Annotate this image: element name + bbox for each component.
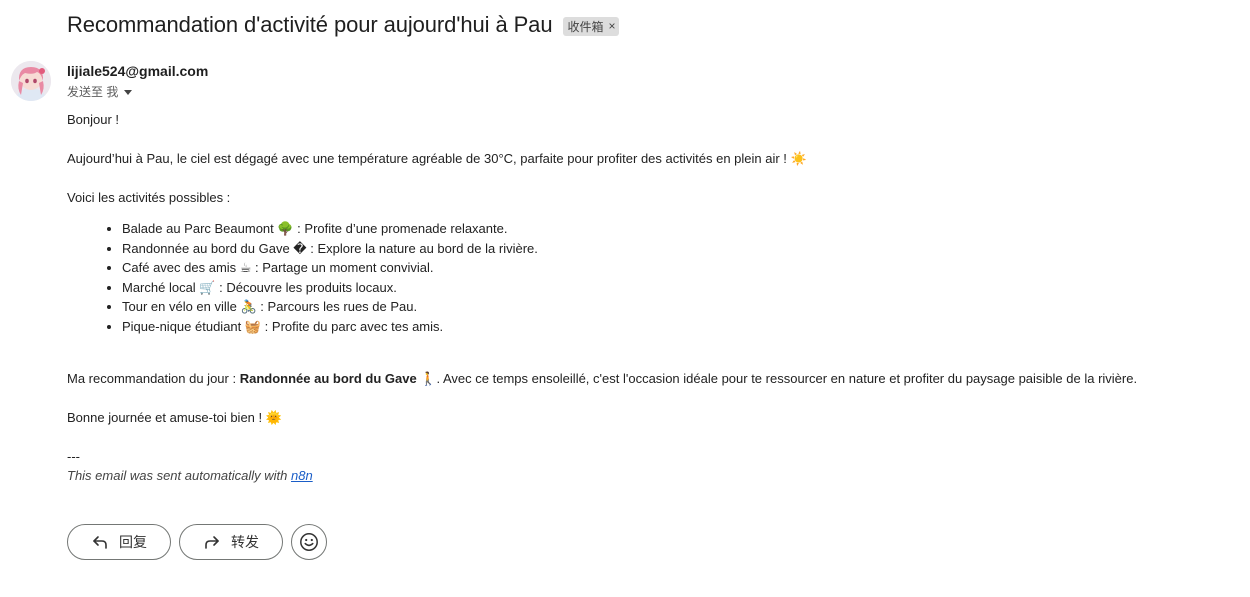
list-item: Tour en vélo en ville 🚴 : Parcours les r… — [122, 297, 538, 317]
recommendation-highlight: Randonnée au bord du Gave — [239, 371, 417, 386]
chevron-down-icon[interactable] — [124, 90, 133, 95]
sender-email: lijiale524@gmail.com — [67, 63, 209, 79]
reply-icon — [91, 533, 109, 551]
n8n-link[interactable]: n8n — [291, 468, 313, 483]
close-icon[interactable]: × — [608, 19, 615, 33]
recipient-text: 发送至 我 — [67, 85, 119, 99]
avatar[interactable] — [11, 61, 51, 101]
list-item: Pique-nique étudiant 🧺 : Profite du parc… — [122, 317, 538, 337]
recommendation-text: Ma recommandation du jour : Randonnée au… — [67, 369, 1137, 389]
intro-text: Aujourd’hui à Pau, le ciel est dégagé av… — [67, 151, 807, 166]
emoji-reaction-button[interactable] — [291, 524, 327, 560]
label-chip-inbox[interactable]: 收件箱 × — [563, 17, 620, 36]
list-item: Balade au Parc Beaumont 🌳 : Profite d’un… — [122, 219, 538, 239]
label-chip-text: 收件箱 — [567, 19, 604, 34]
email-subject: Recommandation d'activité pour aujourd'h… — [67, 12, 553, 37]
greeting-text: Bonjour ! — [67, 112, 120, 127]
recipient-row[interactable]: 发送至 我 — [67, 83, 133, 100]
goodbye-text: Bonne journée et amuse-toi bien ! 🌞 — [67, 410, 282, 425]
recommendation-suffix: 🚶. Avec ce temps ensoleillé, c'est l'occ… — [416, 371, 1138, 386]
footer-text: This email was sent automatically with n… — [67, 466, 313, 486]
reply-label: 回复 — [119, 534, 147, 550]
email-header: Recommandation d'activité pour aujourd'h… — [67, 12, 620, 38]
forward-icon — [203, 533, 221, 551]
reply-button[interactable]: 回复 — [67, 524, 171, 560]
activities-list: Balade au Parc Beaumont 🌳 : Profite d’un… — [67, 219, 538, 336]
list-item: Marché local 🛒 : Découvre les produits l… — [122, 278, 538, 298]
emoji-reaction-icon — [300, 533, 318, 551]
forward-label: 转发 — [231, 534, 259, 550]
action-bar: 回复 转发 — [67, 524, 327, 560]
list-item: Randonnée au bord du Gave � : Explore la… — [122, 239, 538, 259]
avatar-image — [11, 61, 51, 101]
footer-prefix: This email was sent automatically with — [67, 468, 291, 483]
forward-button[interactable]: 转发 — [179, 524, 283, 560]
activities-intro-text: Voici les activités possibles : — [67, 190, 231, 205]
signature-separator: --- — [67, 449, 80, 464]
recommendation-prefix: Ma recommandation du jour : — [67, 371, 240, 386]
list-item: Café avec des amis ☕ : Partage un moment… — [122, 258, 538, 278]
